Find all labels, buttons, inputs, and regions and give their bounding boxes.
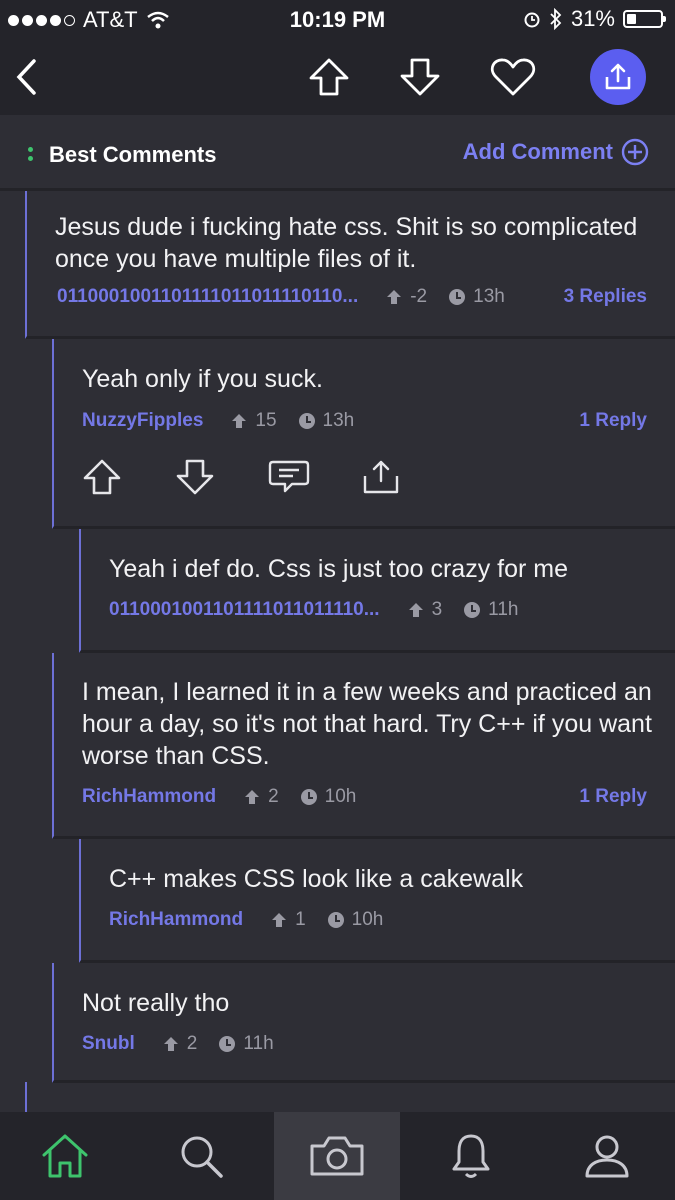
comment-downvote-button[interactable] [175,457,268,497]
clock-icon [219,1036,236,1052]
comment-score: 2 [186,1033,198,1054]
replies-link[interactable]: 1 Reply [579,786,647,808]
search-icon [181,1136,223,1178]
comment-text: Yeah only if you suck. [82,365,323,393]
upvote-small-icon [408,603,423,617]
share-icon [605,63,631,89]
favorite-button[interactable] [487,38,539,115]
comment-text: I mean, I learned it in a few weeks and … [82,678,652,770]
tab-home[interactable] [2,1112,128,1200]
heart-icon [490,58,536,95]
comment-age: 11h [488,599,519,620]
comment-age: 10h [324,786,357,807]
upvote-small-icon [272,913,287,927]
comment-text: Jesus dude i fucking hate css. Shit is s… [55,213,638,273]
battery-percent: 31% [570,6,615,31]
arrow-down-icon [176,459,214,495]
add-comment-label: Add Comment [462,139,613,164]
profile-icon [585,1135,629,1178]
comment-score: 1 [295,909,306,930]
clock-icon [449,289,466,305]
comment-item[interactable]: Yeah only if you suck. NuzzyFipples 15 1… [52,339,675,529]
comment-user[interactable]: 0110001001101111011011110110... [57,286,358,308]
comment-item[interactable]: C++ makes CSS look like a cakewalk RichH… [79,839,675,963]
upvote-small-icon [232,414,247,428]
share-button[interactable] [590,48,646,105]
tab-search[interactable] [138,1112,264,1200]
upvote-small-icon [245,790,260,804]
camera-icon [310,1136,364,1176]
back-button[interactable] [6,38,46,115]
grip-icon [28,147,33,165]
tab-bar [0,1112,675,1200]
sort-title[interactable]: Best Comments [49,142,216,168]
comment-age: 13h [473,286,505,307]
arrow-up-icon [83,459,121,495]
status-bar: AT&T 10:19 PM 31% [0,0,675,38]
upvote-small-icon [387,290,402,304]
comment-age: 11h [243,1033,274,1054]
comment-user[interactable]: Snubl [82,1033,135,1055]
tab-profile[interactable] [544,1112,670,1200]
comment-item[interactable]: Yeah i def do. Css is just too crazy for… [79,529,675,653]
comments-header: Best Comments Add Comment [0,115,675,191]
chat-bubble-icon [268,460,310,493]
upvote-button[interactable] [303,38,355,115]
tab-notifications[interactable] [408,1112,534,1200]
nav-bar [0,38,675,115]
comment-user[interactable]: NuzzyFipples [82,410,203,432]
alarm-icon [524,12,540,28]
clock-icon [300,789,317,805]
replies-link[interactable]: 3 Replies [564,286,647,308]
next-comment-edge [25,1082,27,1112]
add-comment-button[interactable]: Add Comment [463,138,649,166]
comment-score: 3 [431,599,443,620]
comment-upvote-button[interactable] [82,457,175,497]
comment-age: 13h [322,410,355,431]
bell-icon [452,1134,490,1178]
clock-icon [464,602,481,618]
share-icon [363,460,399,494]
comment-text: Not really tho [82,989,230,1017]
comment-item[interactable]: Not really tho Snubl 2 11h [52,963,675,1083]
clock-icon [298,413,315,429]
comment-text: C++ makes CSS look like a cakewalk [109,865,524,893]
comment-score: -2 [410,286,428,307]
comment-user[interactable]: 0110001001101111011011110... [109,599,380,621]
comment-item[interactable]: I mean, I learned it in a few weeks and … [52,653,675,839]
tab-camera[interactable] [274,1112,400,1200]
comment-share-button[interactable] [361,457,454,497]
comment-score: 15 [255,410,277,431]
replies-link[interactable]: 1 Reply [579,410,647,432]
comment-text: Yeah i def do. Css is just too crazy for… [109,555,569,583]
upvote-small-icon [163,1037,178,1051]
comment-user[interactable]: RichHammond [82,786,216,808]
bluetooth-icon [550,8,562,30]
comment-actions [82,457,454,497]
plus-circle-icon [621,138,649,166]
downvote-button[interactable] [394,38,446,115]
comment-reply-button[interactable] [268,457,361,497]
chevron-left-icon [16,58,36,95]
clock-icon [327,912,344,928]
arrow-down-icon [400,58,440,95]
home-icon [42,1134,88,1178]
battery-icon [623,10,666,28]
comment-user[interactable]: RichHammond [109,909,243,931]
arrow-up-icon [309,58,349,95]
comment-item[interactable]: Jesus dude i fucking hate css. Shit is s… [25,191,675,339]
comment-score: 2 [268,786,279,807]
comment-age: 10h [351,909,384,930]
